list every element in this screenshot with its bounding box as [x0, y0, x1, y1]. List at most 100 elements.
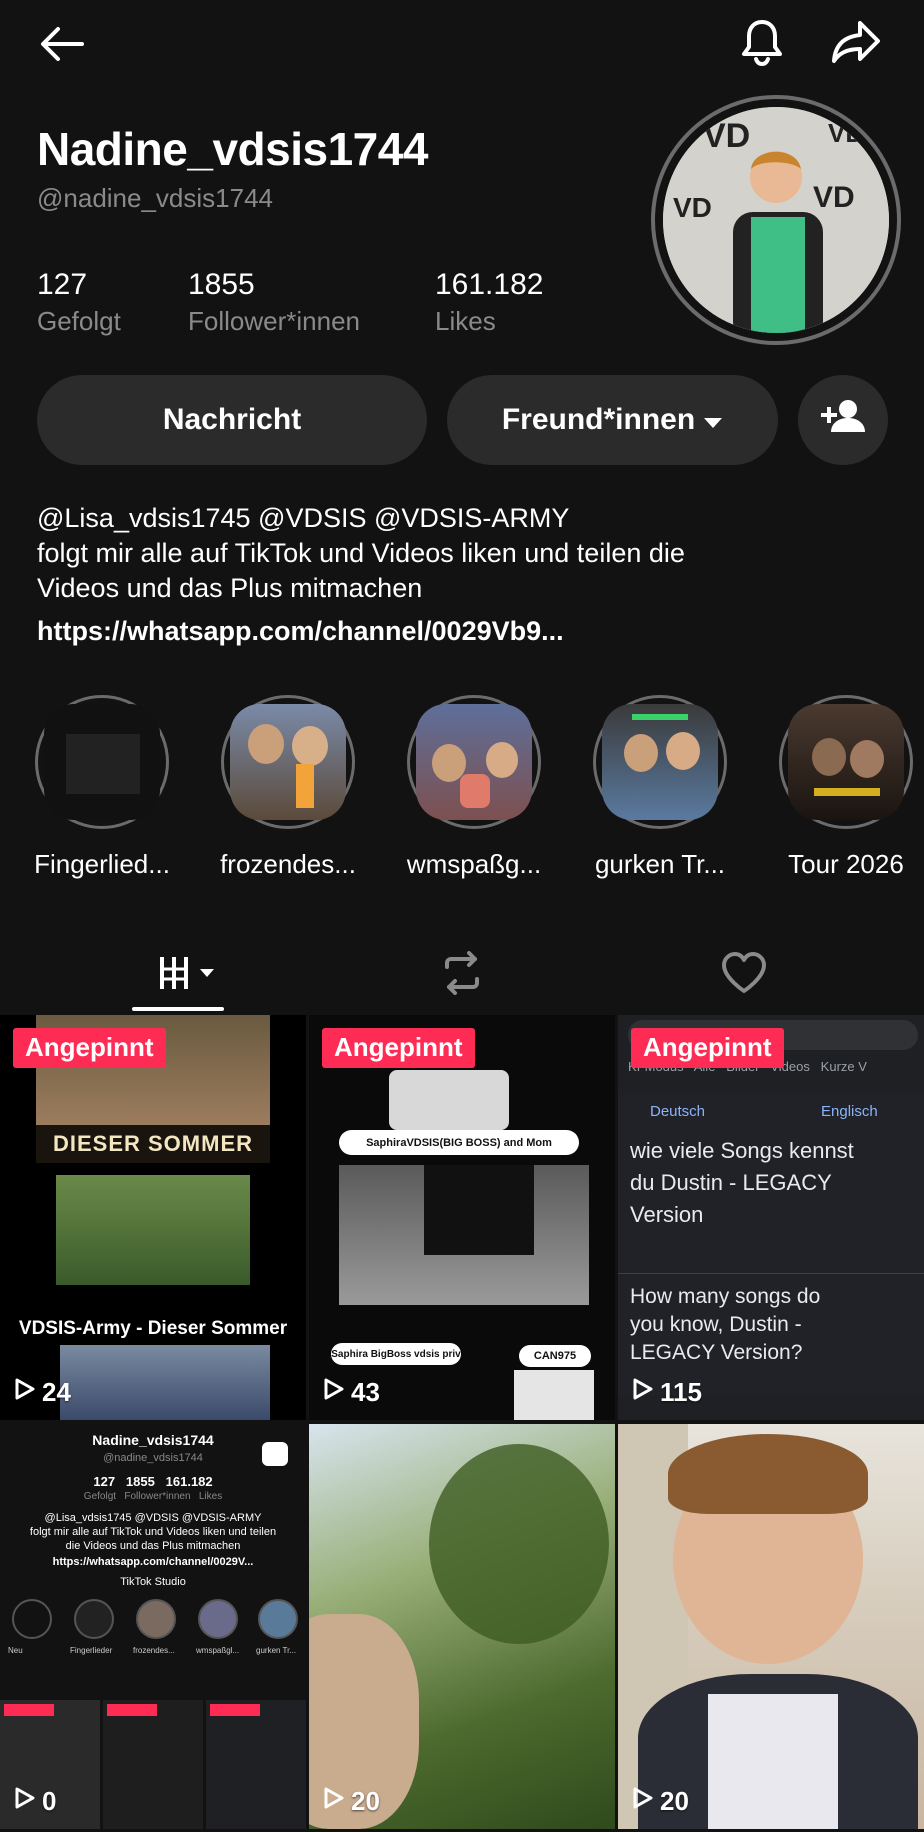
grid-icon [158, 955, 224, 996]
repost-icon [437, 950, 487, 1000]
display-name: Nadine_vdsis1744 [37, 123, 428, 175]
language-to: Englisch [821, 1103, 878, 1120]
view-count: 20 [632, 1786, 689, 1817]
video-caption: Saphira BigBoss vdsis priv [331, 1343, 461, 1365]
pinned-badge: Angepinnt [322, 1028, 475, 1068]
highlight-label: Tour 2026 [788, 849, 904, 879]
stat-following-value: 127 [37, 268, 88, 301]
view-count-value: 24 [42, 1377, 71, 1407]
add-friend-button[interactable] [798, 375, 888, 465]
video-caption: CAN975 [519, 1345, 591, 1367]
mini-highlight-label: gurken Tr... [256, 1646, 297, 1655]
play-icon [14, 1377, 36, 1408]
highlight-item[interactable]: Tour 2026 [776, 695, 916, 880]
mini-profile-link: https://whatsapp.com/channel/0029V... [52, 1556, 254, 1568]
mini-highlight-label: wmspaßgl... [196, 1646, 240, 1655]
highlight-label: wmspaßg... [406, 849, 542, 879]
view-count-value: 115 [660, 1377, 702, 1407]
translated-text: How many songs do you know, Dustin - LEG… [630, 1285, 821, 1364]
mini-profile-handle: @nadine_vdsis1744 [103, 1452, 203, 1464]
highlight-item[interactable]: frozendes... [218, 695, 358, 880]
pinned-badge: Angepinnt [13, 1028, 166, 1068]
tab-videos[interactable] [37, 940, 345, 1010]
play-icon [632, 1786, 654, 1817]
highlight-item[interactable]: Fingerlied... [32, 695, 172, 880]
highlight-cover [35, 695, 169, 829]
mini-profile-name: Nadine_vdsis1744 [92, 1432, 214, 1448]
bell-icon[interactable] [730, 10, 794, 74]
message-button-label: Nachricht [162, 403, 302, 436]
video-caption: SaphiraVDSIS(BIG BOSS) and Mom [339, 1130, 579, 1155]
profile-avatar[interactable]: VD VD VD VD [651, 95, 901, 345]
bio-mentions[interactable]: @Lisa_vdsis1745 @VDSIS @VDSIS-ARMY [37, 500, 569, 536]
caret-down-icon [703, 403, 723, 437]
play-icon [323, 1786, 345, 1817]
highlight-item[interactable]: gurken Tr... [590, 695, 730, 880]
view-count: 20 [323, 1786, 380, 1817]
mini-profile-stat-labels: Gefolgt Follower*innen Likes [83, 1491, 223, 1502]
video-caption: VDSIS-Army - Dieser Sommer [18, 1318, 288, 1339]
highlight-cover [779, 695, 913, 829]
multi-image-icon [262, 1442, 288, 1466]
mini-highlight-label: Fingerlieder [70, 1646, 113, 1655]
highlight-cover [593, 695, 727, 829]
source-text: wie viele Songs kennst du Dustin - LEGAC… [630, 1138, 854, 1227]
avatar-image: VD VD VD VD [663, 107, 889, 333]
mini-profile-bio: folgt mir alle auf TikTok und Videos lik… [29, 1526, 277, 1538]
stat-likes-label: Likes [435, 306, 496, 336]
bio-link[interactable]: https://whatsapp.com/channel/0029Vb9... [37, 613, 564, 649]
view-count-value: 0 [42, 1786, 57, 1816]
friends-button-label: Freund*innen [501, 403, 696, 436]
view-count: 24 [14, 1377, 71, 1408]
play-icon [632, 1377, 654, 1408]
stat-following-label: Gefolgt [37, 306, 121, 336]
message-button[interactable]: Nachricht [37, 375, 427, 465]
username-handle: @nadine_vdsis1744 [37, 183, 274, 213]
video-thumbnail[interactable]: DIESER SOMMER VDSIS-Army - Dieser Sommer… [0, 1015, 306, 1420]
video-thumbnail[interactable]: 20 [309, 1424, 615, 1829]
active-tab-indicator [132, 1007, 224, 1011]
video-thumbnail[interactable]: 20 [618, 1424, 924, 1829]
view-count: 0 [14, 1786, 56, 1817]
video-thumbnail[interactable]: Nadine_vdsis1744 @nadine_vdsis1744 127 1… [0, 1424, 306, 1829]
view-count-value: 20 [351, 1786, 380, 1816]
back-arrow-icon[interactable] [30, 12, 94, 76]
stat-followers-value: 1855 [188, 268, 255, 301]
bio-text-line: folgt mir alle auf TikTok und Videos lik… [37, 538, 685, 568]
tab-liked[interactable] [590, 940, 898, 1010]
stat-followers[interactable]: 1855 Follower*innen [188, 268, 360, 337]
tab-reposts[interactable] [308, 940, 616, 1010]
mini-profile-studio: TikTok Studio [120, 1576, 186, 1588]
video-thumbnail[interactable]: SaphiraVDSIS(BIG BOSS) and Mom Saphira B… [309, 1015, 615, 1420]
highlight-label: frozendes... [220, 849, 356, 879]
video-thumbnail[interactable]: KI-Modus Alle Bilder Videos Kurze V Deut… [618, 1015, 924, 1420]
highlight-label: Fingerlied... [34, 849, 170, 879]
stat-likes-value: 161.182 [435, 268, 544, 301]
mini-highlight-label: Neu [8, 1646, 23, 1655]
share-icon[interactable] [824, 10, 888, 74]
language-from: Deutsch [650, 1103, 706, 1120]
play-icon [14, 1786, 36, 1817]
highlight-cover [221, 695, 355, 829]
mini-profile-stats: 127 1855 161.182 [93, 1474, 213, 1489]
mini-profile-bio: @Lisa_vdsis1745 @VDSIS @VDSIS-ARMY [44, 1512, 262, 1524]
highlight-cover [407, 695, 541, 829]
heart-icon [720, 951, 768, 1000]
stat-following[interactable]: 127 Gefolgt [37, 268, 121, 337]
stat-likes[interactable]: 161.182 Likes [435, 268, 543, 337]
view-count-value: 43 [351, 1377, 380, 1407]
bio-text-line: Videos und das Plus mitmachen [37, 573, 423, 603]
svg-text:VD: VD [673, 192, 712, 223]
play-icon [323, 1377, 345, 1408]
view-count: 115 [632, 1377, 702, 1408]
highlight-item[interactable]: wmspaßg... [404, 695, 544, 880]
svg-text:VD: VD [813, 181, 855, 214]
mini-highlight-label: frozendes... [133, 1646, 175, 1655]
mini-profile-bio: die Videos und das Plus mitmachen [65, 1540, 241, 1552]
stat-followers-label: Follower*innen [188, 306, 360, 336]
svg-text:VD: VD [703, 117, 750, 155]
video-caption: DIESER SOMMER [36, 1125, 270, 1163]
view-count: 43 [323, 1377, 380, 1408]
pinned-badge: Angepinnt [631, 1028, 784, 1068]
friends-button[interactable]: Freund*innen [447, 375, 778, 465]
